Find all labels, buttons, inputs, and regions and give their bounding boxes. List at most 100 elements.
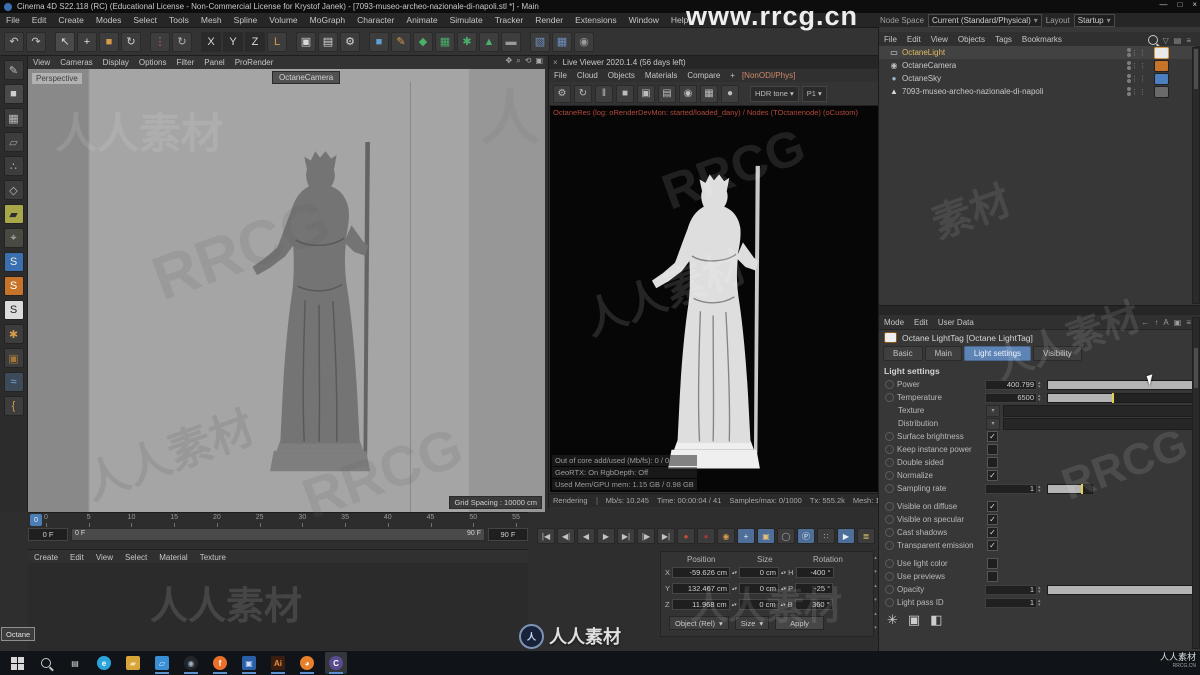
lv-stop-icon[interactable]: ■ [616,84,634,103]
menu-file[interactable]: File [0,15,26,25]
autokey-button[interactable]: ● [697,528,715,544]
size-y-field[interactable]: 0 cm [739,583,780,594]
object-name[interactable]: OctaneSky [902,74,941,83]
snap-workplane-icon[interactable]: S [3,300,24,320]
spin[interactable]: ▴▾ [732,570,737,576]
lock-y-axis-icon[interactable]: Y [223,31,243,52]
blender-icon[interactable]: ◕ [296,652,318,674]
explorer-icon[interactable]: ▱ [151,652,173,674]
param-select-well[interactable] [1003,417,1200,430]
undo-icon[interactable]: ↶ [4,31,24,52]
prev-key-button[interactable]: ◀| [557,528,575,544]
make-editable-icon[interactable]: ✎ [3,60,24,80]
am-lock-icon[interactable]: ▣ [1174,318,1182,327]
deformer-icon[interactable]: ▲ [479,31,499,52]
menu-volume[interactable]: Volume [263,15,303,25]
object-tag-icon[interactable] [1154,46,1169,59]
viewport-menu-filter[interactable]: Filter [171,58,199,67]
om-search-icon[interactable] [1147,35,1158,45]
app-circle-icon[interactable]: ◉ [180,652,202,674]
timeline-playhead[interactable]: 0 [30,514,42,526]
am-up-icon[interactable]: ↑ [1154,318,1158,327]
snap-enable-icon[interactable]: S [3,252,24,272]
param-value-field[interactable]: 1 [985,597,1037,608]
coord-system-icon[interactable]: L [267,31,287,52]
om-list-icon[interactable]: ≡ [1186,36,1191,45]
param-spinner[interactable]: ▴ ▾ [1038,380,1041,389]
coord-system-select[interactable]: Object (Rel) ▾ [669,616,729,630]
lv-restart-render-icon[interactable]: ↻ [574,84,592,103]
menu-window[interactable]: Window [623,15,665,25]
snap-quantize-icon[interactable]: S [3,276,24,296]
statue-model-viewport[interactable] [225,129,415,499]
menu-render[interactable]: Render [529,15,569,25]
axis-mode-icon[interactable]: ⌖ [3,228,24,248]
param-anim-dot[interactable] [885,471,894,480]
render-picture-viewer-icon[interactable]: ▤ [318,31,338,52]
lv-pass-select[interactable]: P1 ▾ [801,85,827,102]
cloth-icon[interactable]: ≈ [3,372,24,392]
position-x-field[interactable]: -59.626 cm [672,567,731,578]
next-key-button[interactable]: |▶ [637,528,655,544]
primitive-cube-icon[interactable]: ■ [369,31,389,52]
material-menu-material[interactable]: Material [153,553,193,562]
om-menu-view[interactable]: View [926,35,953,44]
am-menu-mode[interactable]: Mode [879,318,909,327]
param-checkbox[interactable] [987,571,998,582]
menu-tools[interactable]: Tools [163,15,195,25]
om-menu-file[interactable]: File [879,35,902,44]
viewport-rotate-icon[interactable]: ⟲ [525,56,532,66]
goto-start-button[interactable]: |◀ [537,528,555,544]
viewport-canvas[interactable]: Perspective OctaneCamera Grid Spacing : … [28,69,545,522]
lv-tonemap-select[interactable]: HDR tone ▾ [750,85,799,102]
display-filter-icon[interactable]: ▬ [501,31,521,52]
task-view-button[interactable]: ▤ [64,652,86,674]
render-view-icon[interactable]: ▣ [296,31,316,52]
live-viewer-close-icon[interactable]: × [553,58,558,67]
menu-character[interactable]: Character [351,15,400,25]
menu-modes[interactable]: Modes [90,15,128,25]
spin[interactable]: ▴▾ [732,586,737,592]
object-tag-icon[interactable] [1154,72,1169,85]
viewport-pan-icon[interactable]: ✥ [506,56,513,66]
am-a-icon[interactable]: A [1163,318,1168,327]
octane-logo-icon[interactable]: ✳ [887,612,898,628]
material-menu-view[interactable]: View [90,553,119,562]
nodes-icon[interactable]: ▣ [908,612,920,628]
tweak-icon[interactable]: ▣ [3,348,24,368]
param-value-field[interactable]: 6500 [985,392,1037,403]
goto-end-button[interactable]: ▶| [657,528,675,544]
start-button[interactable] [6,652,28,674]
viewport-projection-label[interactable]: Perspective [32,73,82,84]
object-state-icons[interactable]: ⋮⋮ [1131,88,1147,96]
key-pla-toggle[interactable]: ∷ [817,528,835,544]
axis-cycle-icon[interactable]: ↻ [172,31,192,52]
viewport-toggle-icon[interactable]: ▣ [535,56,543,66]
lock-x-axis-icon[interactable]: X [201,31,221,52]
last-tool-icon[interactable]: ⋮ [150,31,170,52]
prev-frame-button[interactable]: ◀ [577,528,595,544]
camera-tool-icon[interactable]: ◉ [574,31,594,52]
param-anim-dot[interactable] [885,484,894,493]
param-checkbox[interactable]: ✓ [987,527,998,538]
material-menu-edit[interactable]: Edit [64,553,90,562]
lv-menu-file[interactable]: File [549,71,572,80]
menu-mograph[interactable]: MoGraph [304,15,351,25]
param-slider[interactable] [1046,392,1200,403]
object-state-icons[interactable]: ⋮⋮ [1131,62,1147,70]
coordinates-spinners[interactable]: ▴ ▾ ▴ ▾ ▴ ▾ [872,551,879,635]
solo-icon[interactable]: ✱ [3,324,24,344]
param-anim-dot[interactable] [885,572,894,581]
model-mode-icon[interactable]: ■ [3,84,24,104]
firefox-icon[interactable]: f [209,652,231,674]
folder-icon[interactable]: ▰ [122,652,144,674]
menu-create[interactable]: Create [52,15,90,25]
generator-icon[interactable]: ▦ [435,31,455,52]
object-row[interactable]: ◉ OctaneCamera ⋮⋮ [879,59,1195,72]
menu-select[interactable]: Select [127,15,163,25]
viewport-menu-display[interactable]: Display [98,58,134,67]
frame-range-slider[interactable]: 0 F 90 F [71,528,485,541]
om-menu-edit[interactable]: Edit [902,35,926,44]
current-frame-field[interactable]: 0 F [28,528,68,541]
rotation-h-field[interactable]: -400 ° [795,567,834,578]
